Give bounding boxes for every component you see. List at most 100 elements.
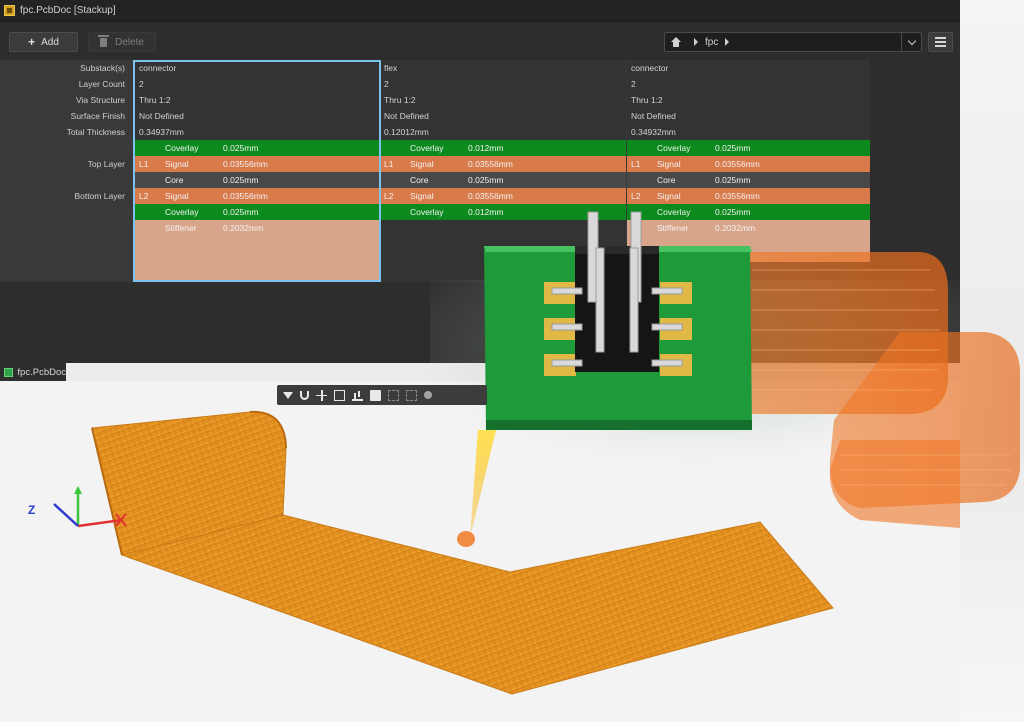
- layer-thickness: 0.2032mm: [715, 223, 756, 233]
- add-button[interactable]: + Add: [9, 32, 78, 52]
- pin-icon[interactable]: [424, 391, 432, 399]
- layer-row[interactable]: Stiffener 0.2032mm: [627, 220, 870, 262]
- select-box-icon[interactable]: [334, 389, 345, 401]
- menu-button[interactable]: [928, 32, 953, 52]
- layer-thickness: 0.025mm: [715, 175, 751, 185]
- layer-type: Coverlay: [410, 207, 444, 217]
- layer-type: Coverlay: [165, 143, 199, 153]
- layer-row[interactable]: L2 Signal 0.03556mm: [627, 188, 870, 204]
- layer-tag: L2: [631, 191, 641, 201]
- layer-type: Stiffener: [657, 223, 689, 233]
- layer-thickness: 0.025mm: [715, 143, 751, 153]
- layer-tag: L1: [139, 159, 149, 169]
- layer-row[interactable]: Core 0.025mm: [135, 172, 379, 188]
- layer-row[interactable]: L1 Signal 0.03556mm: [135, 156, 379, 172]
- delete-button-label: Delete: [115, 36, 144, 48]
- layer-row[interactable]: L1 Signal 0.03556mm: [380, 156, 626, 172]
- dimension-icon[interactable]: [388, 389, 399, 401]
- breadcrumb-dropdown[interactable]: [901, 33, 921, 51]
- substack-name[interactable]: flex: [384, 60, 397, 76]
- layer-tag: L2: [139, 191, 149, 201]
- stackup-toolbar: + Add Delete fpc: [0, 22, 960, 60]
- row-header: Layer Count: [78, 79, 125, 89]
- layer-tag: L2: [384, 191, 394, 201]
- document-tab-label: fpc.PcbDoc: [17, 366, 66, 378]
- substack-layer-count[interactable]: 2: [139, 76, 144, 92]
- cursor-beam: [470, 430, 496, 538]
- layer-row[interactable]: L2 Signal 0.03556mm: [380, 188, 626, 204]
- substack-name[interactable]: connector: [631, 60, 668, 76]
- snap-magnet-icon[interactable]: [300, 390, 309, 400]
- substack-surface-finish[interactable]: Not Defined: [384, 108, 429, 124]
- substack-surface-finish[interactable]: Not Defined: [139, 108, 184, 124]
- layer-row[interactable]: Coverlay 0.025mm: [627, 204, 870, 220]
- layer-type: Coverlay: [165, 207, 199, 217]
- layer-thickness: 0.03556mm: [223, 191, 268, 201]
- layer-row[interactable]: Coverlay 0.025mm: [135, 204, 379, 220]
- layer-row[interactable]: L1 Signal 0.03556mm: [627, 156, 870, 172]
- layer-row[interactable]: Core 0.025mm: [627, 172, 870, 188]
- add-button-label: Add: [41, 36, 59, 48]
- layer-type: Core: [165, 175, 184, 185]
- layer-type: Core: [657, 175, 676, 185]
- layer-thickness: 0.025mm: [468, 175, 504, 185]
- layer-type: Core: [410, 175, 429, 185]
- layer-type: Signal: [657, 159, 681, 169]
- layer-type: Signal: [410, 191, 434, 201]
- view-toolbar: [277, 385, 487, 405]
- row-header: Substack(s): [80, 63, 125, 73]
- layer-thickness: 0.03556mm: [468, 191, 513, 201]
- layer-row[interactable]: Core 0.025mm: [380, 172, 626, 188]
- fill-icon[interactable]: [370, 389, 381, 401]
- document-tab[interactable]: fpc.PcbDoc: [0, 363, 66, 381]
- substack-total-thickness[interactable]: 0.34937mm: [139, 124, 184, 140]
- substack-via-structure[interactable]: Thru 1:2: [631, 92, 663, 108]
- substack-name[interactable]: connector: [139, 60, 176, 76]
- stackup-grid: Substack(s) Layer Count Via Structure Surfa…: [0, 60, 870, 282]
- layer-row[interactable]: L2 Signal 0.03556mm: [135, 188, 379, 204]
- pcb-document-icon: [4, 367, 14, 377]
- layer-thickness: 0.03556mm: [715, 191, 760, 201]
- pcb-document-icon: [4, 5, 15, 16]
- layer-row[interactable]: Coverlay 0.012mm: [380, 140, 626, 156]
- cursor-dot: [457, 531, 475, 547]
- home-icon[interactable]: [671, 37, 681, 47]
- flex-cable: [91, 410, 834, 695]
- layer-type: Coverlay: [657, 143, 691, 153]
- row-header: Surface Finish: [70, 111, 125, 121]
- layer-row[interactable]: Coverlay 0.025mm: [135, 140, 379, 156]
- layer-type: Signal: [165, 159, 189, 169]
- text-icon[interactable]: [406, 389, 417, 401]
- substack-via-structure[interactable]: Thru 1:2: [139, 92, 171, 108]
- layer-thickness: 0.025mm: [223, 207, 259, 217]
- substack-total-thickness[interactable]: 0.34932mm: [631, 124, 676, 140]
- layer-thickness: 0.03556mm: [715, 159, 760, 169]
- layer-type: Signal: [410, 159, 434, 169]
- axis-gizmo: Z: [28, 486, 127, 528]
- plus-icon: +: [28, 35, 36, 49]
- layer-row[interactable]: Coverlay 0.025mm: [627, 140, 870, 156]
- substack-layer-count[interactable]: 2: [631, 76, 636, 92]
- delete-button[interactable]: Delete: [88, 32, 156, 52]
- layer-thickness: 0.012mm: [468, 143, 504, 153]
- substack-via-structure[interactable]: Thru 1:2: [384, 92, 416, 108]
- window-titlebar: fpc.PcbDoc [Stackup]: [0, 0, 960, 22]
- layer-thickness: 0.025mm: [715, 207, 751, 217]
- substack-layer-count[interactable]: 2: [384, 76, 389, 92]
- hamburger-icon: [935, 37, 946, 39]
- layer-stack-icon[interactable]: [352, 390, 363, 401]
- substack-surface-finish[interactable]: Not Defined: [631, 108, 676, 124]
- layer-row[interactable]: Coverlay 0.012mm: [380, 204, 626, 220]
- viewport-background: [0, 381, 960, 722]
- layer-thickness: 0.012mm: [468, 207, 504, 217]
- window-title: fpc.PcbDoc [Stackup]: [20, 5, 116, 16]
- breadcrumb-item[interactable]: fpc: [705, 37, 718, 48]
- crosshair-icon[interactable]: [316, 389, 327, 401]
- substack-total-thickness[interactable]: 0.12012mm: [384, 124, 429, 140]
- layer-thickness: 0.03556mm: [223, 159, 268, 169]
- layer-type: Signal: [165, 191, 189, 201]
- breadcrumb[interactable]: fpc: [664, 32, 922, 52]
- row-header: Total Thickness: [66, 127, 125, 137]
- filter-icon[interactable]: [283, 391, 293, 399]
- layer-row[interactable]: Stiffener 0.2032mm: [135, 220, 379, 282]
